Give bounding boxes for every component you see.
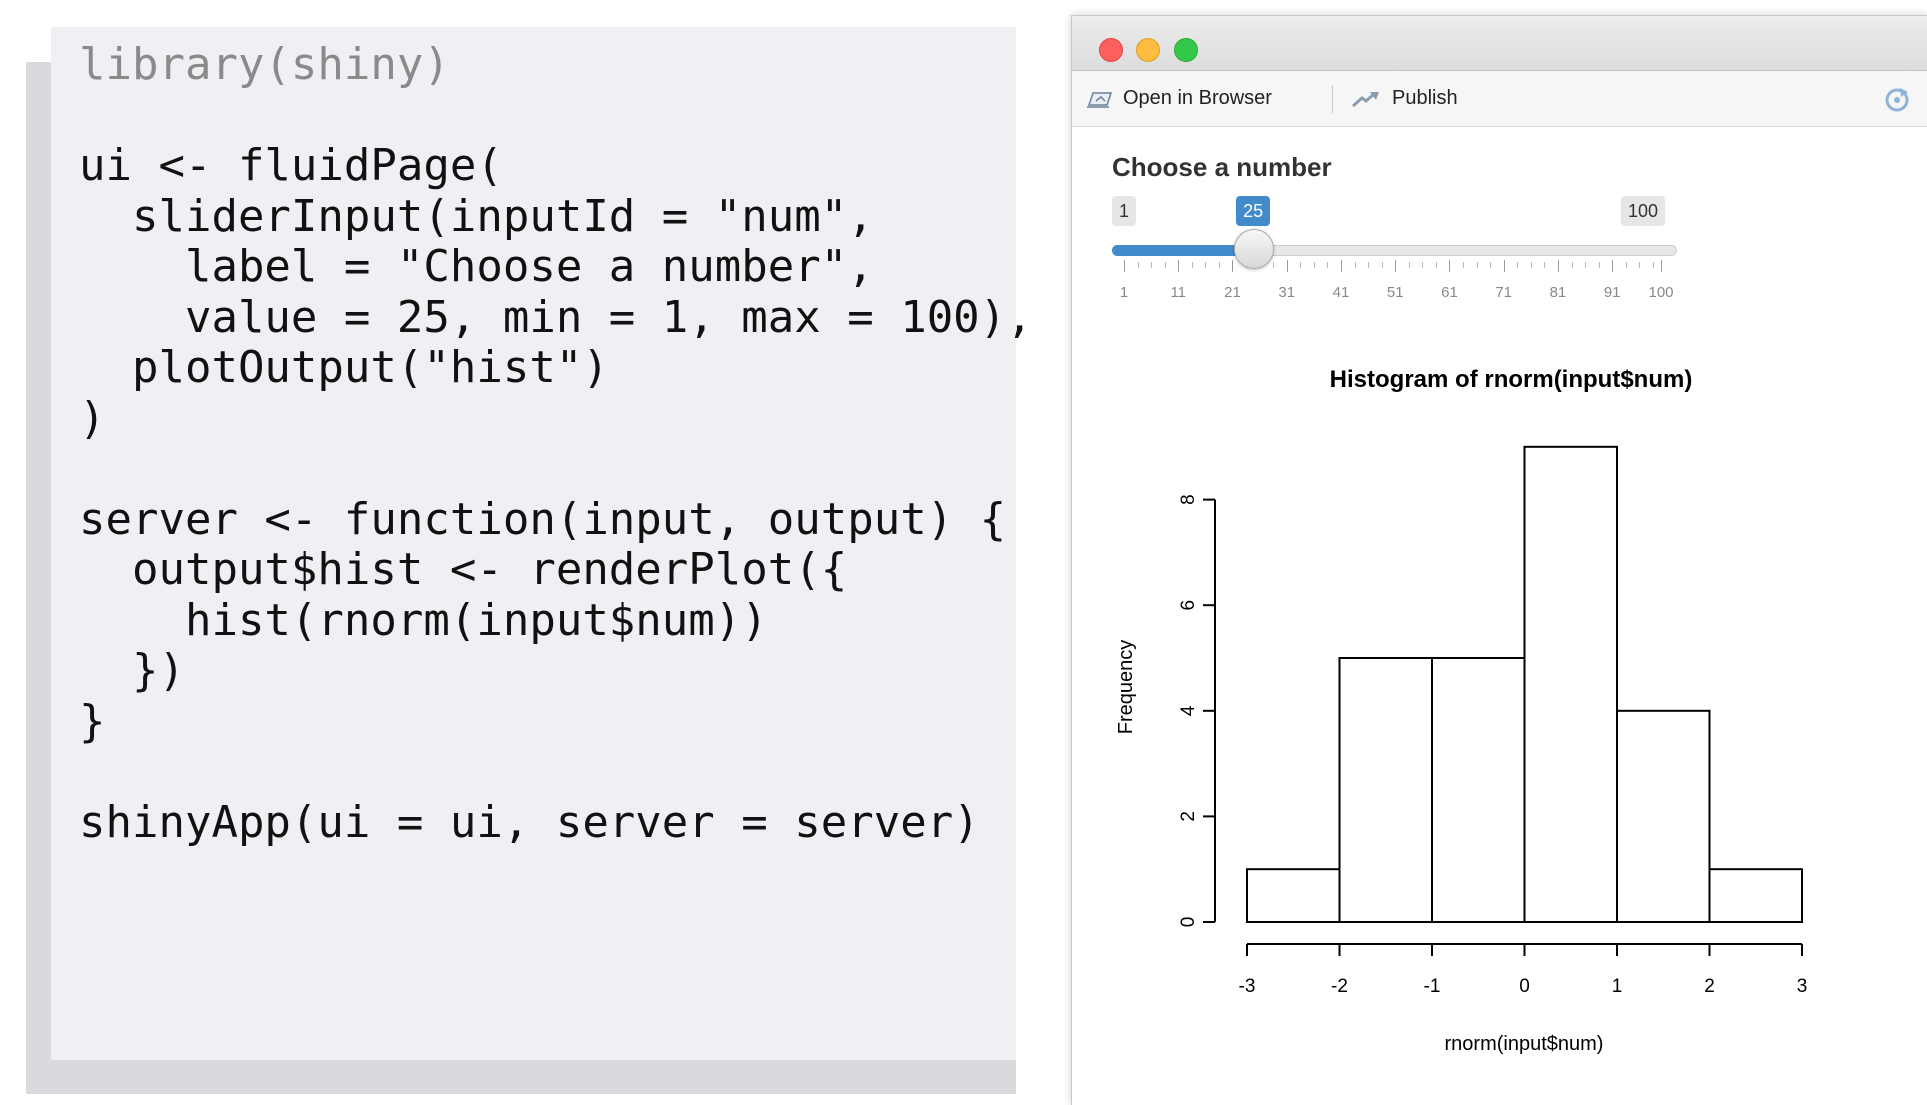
code-line: plotOutput("hist") bbox=[79, 342, 609, 393]
code-panel: library(shiny) ui <- fluidPage( sliderInp… bbox=[51, 27, 1033, 1060]
code-line: server <- function(input, output) { bbox=[79, 493, 1007, 545]
code-line: sliderInput(inputId = "num", bbox=[79, 190, 874, 242]
x-tick-label: -3 bbox=[1239, 976, 1256, 997]
y-tick-label: 4 bbox=[1178, 705, 1199, 716]
x-axis-label: rnorm(input$num) bbox=[1445, 1033, 1604, 1055]
histogram-bar bbox=[1338, 657, 1433, 923]
shiny-app-window: Open in Browser Publish Choose a number … bbox=[1071, 15, 1927, 1105]
code-line: library(shiny) bbox=[79, 39, 450, 90]
x-tick-label: 3 bbox=[1797, 976, 1808, 997]
histogram-bar bbox=[1616, 709, 1711, 923]
x-tick-label: -2 bbox=[1331, 976, 1348, 997]
x-tick-label: -1 bbox=[1424, 976, 1441, 997]
x-tick-label: 0 bbox=[1519, 976, 1530, 997]
histogram-plot: Histogram of rnorm(input$num) rnorm(input… bbox=[1115, 366, 1808, 1055]
code-line: hist(rnorm(input$num)) bbox=[79, 594, 768, 646]
histogram-bar bbox=[1708, 868, 1803, 924]
y-tick-label: 8 bbox=[1178, 494, 1199, 505]
x-tick-label: 1 bbox=[1612, 976, 1623, 997]
y-tick-label: 0 bbox=[1178, 917, 1199, 928]
y-axis-label: Frequency bbox=[1115, 640, 1137, 735]
code-line: ui <- fluidPage( bbox=[79, 140, 503, 191]
histogram-bar bbox=[1523, 445, 1618, 923]
histogram-bar bbox=[1246, 868, 1341, 924]
code-line: } bbox=[79, 695, 106, 747]
code-line: label = "Choose a number", bbox=[79, 241, 874, 292]
code-line: ) bbox=[79, 392, 106, 444]
x-tick-label: 2 bbox=[1704, 976, 1715, 997]
code-line: output$hist <- renderPlot({ bbox=[79, 544, 848, 595]
chart-title: Histogram of rnorm(input$num) bbox=[1330, 366, 1693, 393]
code-line: }) bbox=[79, 645, 185, 696]
y-tick-label: 2 bbox=[1178, 811, 1199, 822]
y-tick-label: 6 bbox=[1178, 600, 1199, 611]
code-line: shinyApp(ui = ui, server = server) bbox=[79, 796, 980, 848]
code-line: value = 25, min = 1, max = 100), bbox=[79, 291, 1033, 343]
histogram-bar bbox=[1431, 657, 1526, 923]
